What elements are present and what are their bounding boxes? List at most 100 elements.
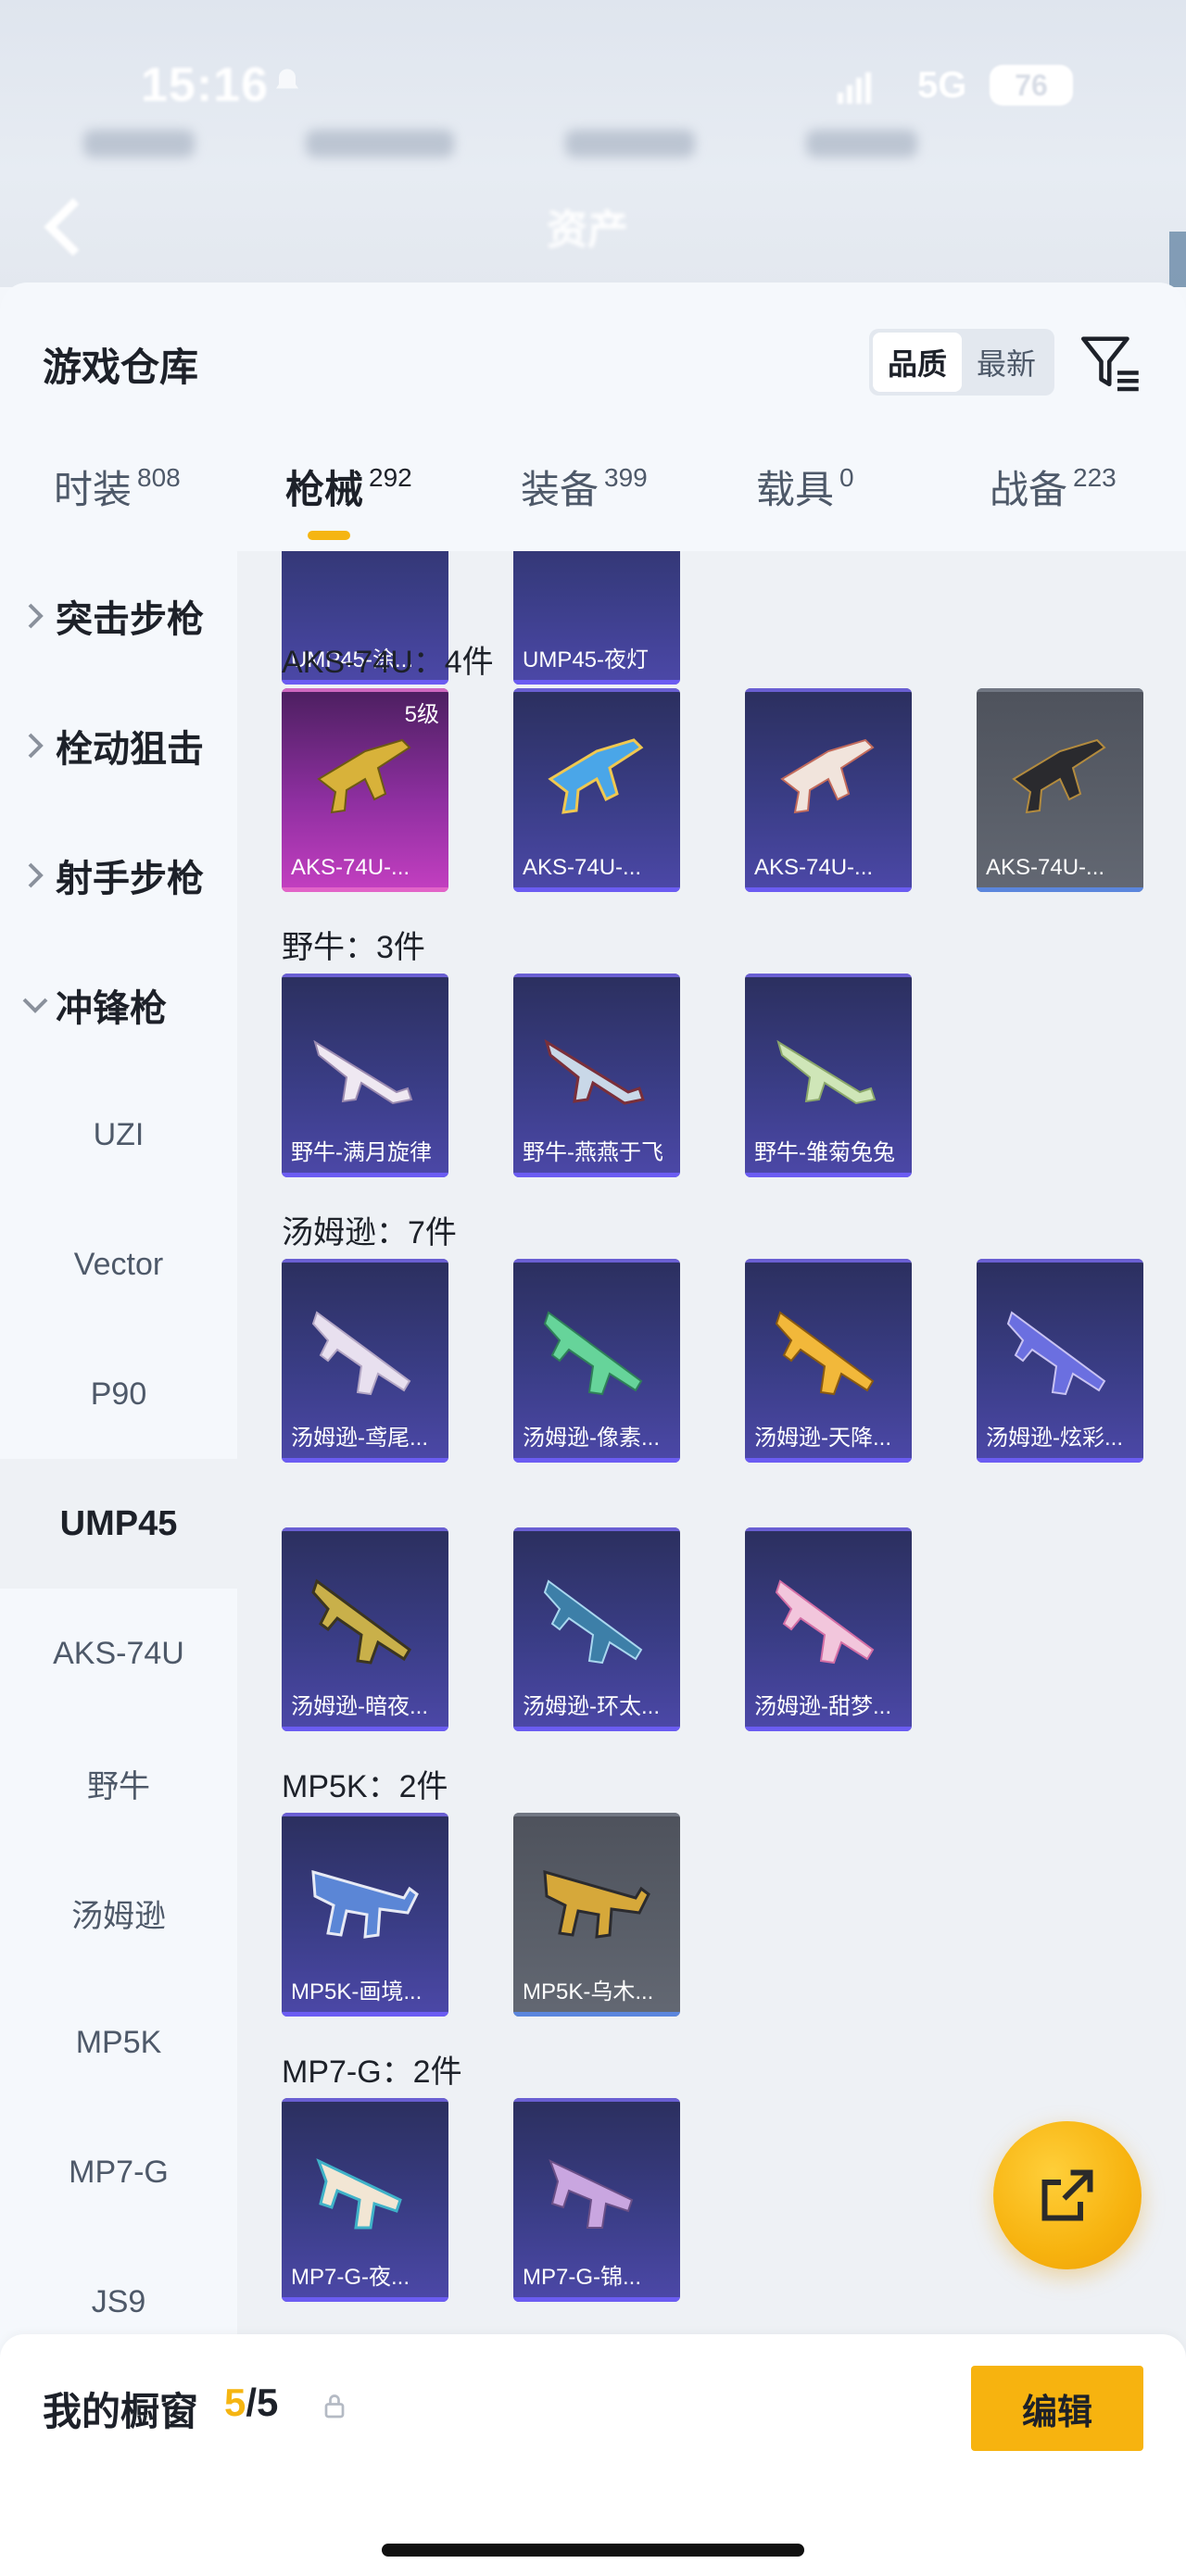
rarity-bar	[513, 1727, 680, 1731]
rarity-bar	[513, 887, 680, 892]
chevron-right-icon	[28, 733, 44, 759]
bizon-daisy-icon	[776, 1039, 877, 1105]
weapon-name: MP7-G-锦...	[523, 2265, 642, 2290]
sidebar-item-mp5k[interactable]: MP5K	[0, 1978, 237, 2107]
rarity-bar	[745, 1727, 912, 1731]
mp7g-brocade-icon	[549, 2159, 634, 2229]
sidebar-item-uzi[interactable]: UZI	[0, 1070, 237, 1200]
group-label-aks74u: AKS-74U：4件	[282, 645, 494, 680]
bizon-swallow-icon	[544, 1038, 645, 1105]
chevron-right-icon	[28, 862, 44, 888]
weapon-card[interactable]: 野牛-满月旋律	[282, 974, 448, 1177]
showcase-count: 5/5	[224, 2381, 279, 2424]
weapon-card[interactable]: UMP45-夜灯	[513, 551, 680, 685]
sidebar-item-bizon[interactable]: 野牛	[0, 1718, 237, 1848]
weapon-card[interactable]: 汤姆逊-环太...	[513, 1527, 680, 1731]
thompson-colorful-icon	[1006, 1311, 1106, 1396]
sidebar-item-ump45[interactable]: UMP45	[0, 1459, 237, 1589]
weapon-card[interactable]: MP5K-画境...	[282, 1813, 448, 2017]
rarity-line	[745, 974, 912, 977]
tab-supplies[interactable]: 战备 223	[990, 459, 1117, 515]
lock-icon	[324, 2394, 345, 2419]
edge-accent	[1169, 232, 1186, 287]
weapon-name: MP5K-乌木...	[523, 1979, 654, 2004]
rarity-bar	[282, 887, 448, 892]
rarity-bar	[282, 2012, 448, 2017]
weapon-card[interactable]: MP7-G-夜...	[282, 2098, 448, 2302]
sort-option-quality[interactable]: 品质	[873, 333, 962, 392]
weapon-name: 汤姆逊-像素...	[523, 1426, 660, 1451]
edit-button[interactable]: 编辑	[971, 2366, 1143, 2451]
mute-bell-icon	[276, 69, 298, 89]
weapon-card[interactable]: MP7-G-锦...	[513, 2098, 680, 2302]
rarity-line	[745, 688, 912, 692]
back-arrow-icon[interactable]	[37, 195, 89, 259]
weapon-card[interactable]: 汤姆逊-天降...	[745, 1259, 912, 1463]
weapon-card[interactable]: AKS-74U-...	[745, 688, 912, 892]
weapon-card[interactable]: 汤姆逊-甜梦...	[745, 1527, 912, 1731]
sidebar-item-mp7g[interactable]: MP7-G	[0, 2107, 237, 2237]
mp5k-ebony-icon	[543, 1869, 650, 1939]
weapon-category-sidebar: 突击步枪 栓动狙击 射手步枪 冲锋枪 UZI Vector P90 UMP45 …	[0, 551, 237, 2431]
rarity-line	[513, 1259, 680, 1263]
sidebar-category-bolt-sniper[interactable]: 栓动狙击	[0, 681, 237, 810]
sort-option-latest[interactable]: 最新	[962, 333, 1051, 392]
weapon-name: AKS-74U-...	[754, 855, 874, 880]
rarity-bar	[513, 1173, 680, 1177]
weapon-card[interactable]: MP5K-乌木...	[513, 1813, 680, 2017]
weapon-card[interactable]: AKS-74U-...	[513, 688, 680, 892]
thompson-sweetdream-icon	[775, 1579, 875, 1665]
tab-vehicles[interactable]: 载具 0	[756, 459, 854, 515]
bizon-white-icon	[313, 1039, 413, 1105]
sidebar-item-thompson[interactable]: 汤姆逊	[0, 1848, 237, 1978]
rarity-bar	[282, 2297, 448, 2302]
tab-firearms[interactable]: 枪械 292	[285, 459, 412, 515]
weapon-card[interactable]: 汤姆逊-鸢尾...	[282, 1259, 448, 1463]
tab-fashion[interactable]: 时装 808	[54, 459, 181, 515]
sort-toggle: 品质 最新	[869, 329, 1054, 396]
sidebar-item-p90[interactable]: P90	[0, 1329, 237, 1459]
active-tab-indicator	[308, 531, 350, 540]
weapon-card[interactable]: 汤姆逊-暗夜...	[282, 1527, 448, 1731]
weapon-name: 野牛-雏菊兔兔	[754, 1140, 895, 1165]
status-area: 15:16 5G 76 资产	[0, 0, 1186, 287]
sidebar-item-aks74u[interactable]: AKS-74U	[0, 1589, 237, 1718]
filter-icon[interactable]	[1079, 331, 1143, 396]
sidebar-category-smg[interactable]: 冲锋枪	[0, 940, 237, 1070]
rarity-line	[977, 1259, 1143, 1263]
sidebar-category-marksman-rifle[interactable]: 射手步枪	[0, 810, 237, 940]
panel-header: 游戏仓库 品质 最新 时装 808 枪械 292 装备 399 载具 0 战备 223	[0, 283, 1186, 551]
weapon-card[interactable]: 野牛-雏菊兔兔	[745, 974, 912, 1177]
rarity-bar	[977, 1458, 1143, 1463]
group-label-thompson: 汤姆逊：7件	[282, 1215, 457, 1250]
rarity-line	[513, 1527, 680, 1531]
rarity-line	[282, 2098, 448, 2102]
rarity-line	[745, 1527, 912, 1531]
sidebar-category-assault-rifle[interactable]: 突击步枪	[0, 551, 237, 681]
weapon-card[interactable]: AKS-74U-...	[977, 688, 1143, 892]
weapon-card[interactable]: 汤姆逊-炫彩...	[977, 1259, 1143, 1463]
rarity-line	[513, 1813, 680, 1816]
chevron-down-icon	[22, 998, 48, 1013]
weapon-card[interactable]: 野牛-燕燕于飞	[513, 974, 680, 1177]
weapon-card[interactable]: 汤姆逊-像素...	[513, 1259, 680, 1463]
smg-blue-icon	[548, 738, 644, 814]
group-label-mp5k: MP5K：2件	[282, 1769, 448, 1804]
share-float-button[interactable]	[993, 2121, 1142, 2269]
weapon-card[interactable]: 5级 AKS-74U-...	[282, 688, 448, 892]
category-tabs: 时装 808 枪械 292 装备 399 载具 0 战备 223	[0, 459, 1186, 551]
rarity-bar	[745, 1458, 912, 1463]
tab-equipment[interactable]: 装备 399	[521, 459, 648, 515]
sidebar-item-vector[interactable]: Vector	[0, 1200, 237, 1329]
smg-black-icon	[1012, 738, 1106, 814]
rarity-bar	[745, 887, 912, 892]
share-external-icon	[1041, 2169, 1093, 2221]
rarity-bar	[513, 2012, 680, 2017]
rarity-bar	[513, 680, 680, 685]
mp5k-painted-icon	[311, 1869, 419, 1939]
group-label-bizon: 野牛：3件	[282, 930, 425, 965]
group-label-mp7g: MP7-G：2件	[282, 2055, 462, 2090]
rarity-bar	[977, 887, 1143, 892]
network-type: 5G	[917, 65, 967, 106]
weapon-name: UMP45-夜灯	[523, 647, 650, 672]
